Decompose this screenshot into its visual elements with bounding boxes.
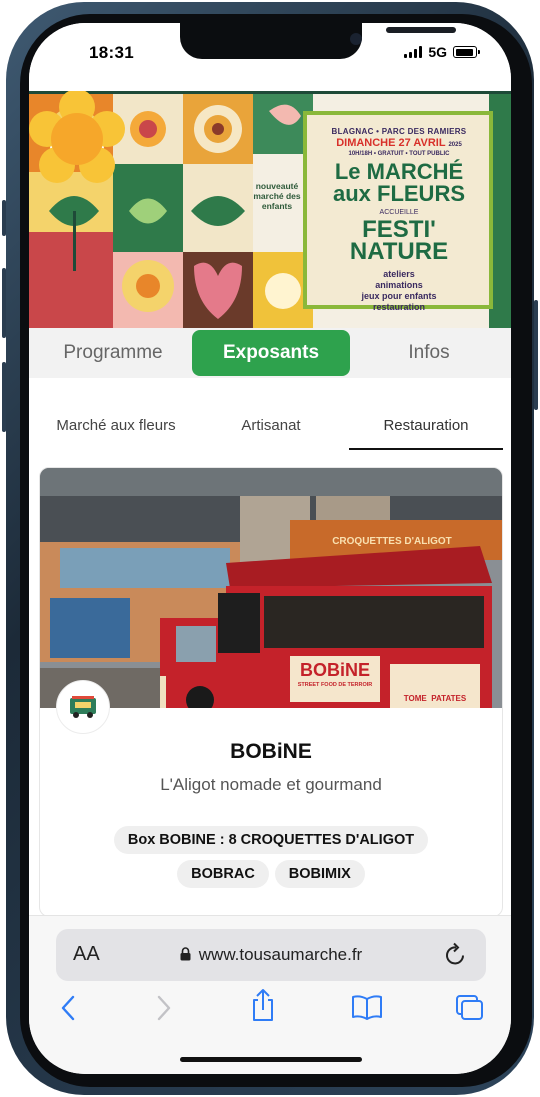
- category-tabs: Marché aux fleurs Artisanat Restauration: [29, 403, 511, 450]
- product-list: Box BOBINE : 8 CROQUETTES D'ALIGOT BOBRA…: [40, 826, 502, 888]
- volume-up-button: [2, 268, 6, 338]
- vendor-name: BOBiNE: [230, 740, 312, 763]
- screen: 18:31 5G nouveauté marché des enfants BL…: [29, 23, 511, 1074]
- status-indicators: 5G: [404, 44, 480, 60]
- new-badge-flower: [29, 91, 125, 183]
- battery-fill: [455, 48, 473, 56]
- power-button: [534, 300, 538, 410]
- address-bar[interactable]: AA www.tousaumarche.fr: [56, 929, 486, 981]
- url-text[interactable]: www.tousaumarche.fr: [56, 945, 486, 965]
- truck-sign-sub: STREET FOOD DE TERROIR: [297, 682, 373, 688]
- network-type: 5G: [428, 44, 447, 60]
- food-truck-icon: [70, 696, 96, 718]
- banner-location: BLAGNAC • PARC DES RAMIERS: [331, 127, 467, 136]
- notch: [180, 23, 456, 59]
- event-banner[interactable]: nouveauté marché des enfants BLAGNAC • P…: [29, 91, 511, 328]
- banner-poster-text: BLAGNAC • PARC DES RAMIERS DIMANCHE 27 A…: [307, 91, 491, 312]
- subtab-marche-aux-fleurs[interactable]: Marché aux fleurs: [45, 403, 187, 448]
- volume-down-button: [2, 362, 6, 432]
- clock: 18:31: [89, 43, 134, 62]
- banner-title-2: aux FLEURS: [332, 181, 466, 206]
- tab-programme[interactable]: Programme: [35, 330, 191, 376]
- back-chevron-icon[interactable]: [59, 994, 79, 1022]
- main-tabs: Programme Exposants Infos: [29, 328, 511, 378]
- banner-date: DIMANCHE 27 AVRIL 2025: [336, 137, 462, 149]
- product-chip: BOBRAC: [177, 860, 269, 888]
- vendor-card[interactable]: CROQUETTES D'ALIGOT BOBiNE STREET FOOD D…: [39, 467, 503, 917]
- truck-side-text: TOME PATATES: [403, 694, 467, 703]
- status-bar: 18:31 5G: [29, 23, 511, 91]
- banner-hours: 10H/18H • GRATUIT • TOUT PUBLIC: [348, 151, 450, 157]
- vendor-photo: [40, 468, 502, 708]
- safari-toolbar: AA www.tousaumarche.fr: [29, 915, 511, 1074]
- tabs-icon[interactable]: [455, 994, 485, 1022]
- battery-icon: [453, 46, 480, 58]
- banner-activity-2: animations: [375, 280, 423, 290]
- lock-icon: [180, 947, 191, 961]
- mute-switch: [2, 200, 6, 236]
- vendor-tagline: L'Aligot nomade et gourmand: [160, 775, 382, 794]
- truck-sign: BOBiNE: [299, 660, 370, 680]
- earpiece: [386, 27, 456, 33]
- home-indicator[interactable]: [180, 1057, 362, 1062]
- share-icon[interactable]: [249, 988, 277, 1022]
- subtab-artisanat[interactable]: Artisanat: [199, 403, 343, 448]
- new-badge-text: nouveauté marché des enfants: [237, 181, 317, 211]
- badge-line-1: nouveauté: [255, 181, 299, 191]
- subtab-restauration[interactable]: Restauration: [349, 403, 503, 450]
- tab-exposants[interactable]: Exposants: [192, 330, 350, 376]
- vendor-logo: [56, 680, 110, 734]
- front-camera: [350, 33, 362, 45]
- bookmarks-icon[interactable]: [351, 994, 383, 1020]
- badge-line-2: marché des: [253, 191, 301, 201]
- banner-title-1: Le MARCHÉ: [334, 159, 464, 184]
- banner-activity-1: ateliers: [383, 269, 415, 279]
- reload-icon[interactable]: [444, 942, 468, 968]
- product-chip: BOBIMIX: [274, 860, 365, 888]
- signal-icon: [404, 46, 423, 58]
- forward-chevron-icon[interactable]: [153, 994, 173, 1022]
- badge-line-3: enfants: [261, 201, 293, 211]
- banner-activity-4: restauration: [372, 302, 425, 312]
- banner-festi-2: NATURE: [349, 238, 449, 265]
- banner-activity-3: jeux pour enfants: [361, 291, 437, 301]
- tab-infos[interactable]: Infos: [351, 330, 507, 376]
- product-chip: Box BOBINE : 8 CROQUETTES D'ALIGOT: [113, 826, 429, 854]
- banner-accueille: ACCUEILLE: [379, 209, 419, 216]
- truck-awning-text: CROQUETTES D'ALIGOT: [332, 536, 452, 547]
